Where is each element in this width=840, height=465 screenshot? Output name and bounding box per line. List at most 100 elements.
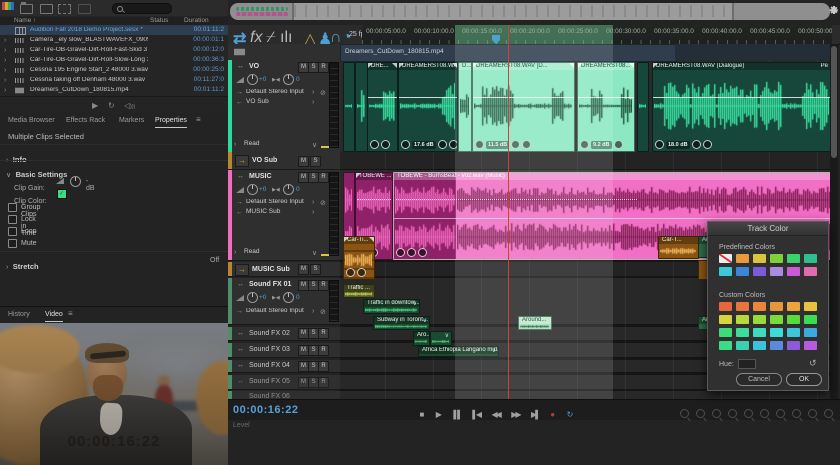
zoom-tool-icon[interactable] (760, 409, 769, 418)
panel-menu-icon[interactable]: ≡ (68, 310, 73, 318)
clip-fx-icon[interactable] (692, 140, 701, 149)
zoom-tool-icon[interactable] (792, 409, 801, 418)
clip-fx-icon[interactable] (407, 248, 416, 257)
arm-record-button[interactable]: R (318, 62, 329, 73)
scrollbar-thumb[interactable] (831, 46, 837, 158)
track-name[interactable]: Sound FX 02 (249, 330, 290, 337)
column-status[interactable]: Status (150, 18, 168, 25)
video-track-header[interactable] (228, 44, 340, 61)
color-swatch[interactable] (719, 328, 732, 337)
search-input[interactable] (112, 3, 172, 14)
tab-markers[interactable]: Markers (119, 117, 144, 124)
ok-button[interactable]: OK (786, 373, 822, 386)
zoom-tool-icon[interactable] (776, 409, 785, 418)
fx-clip[interactable]: Car-Ti... (343, 236, 375, 280)
tab-video[interactable]: Video (45, 311, 63, 322)
file-row[interactable]: › Car-Tire-OB-Gravel-Dirt-Roll-Fast-Skid… (0, 45, 228, 55)
arm-record-button[interactable]: R (318, 361, 329, 372)
track-color-strip[interactable] (228, 152, 232, 169)
solo-button[interactable]: S (310, 264, 321, 275)
loop-preview-icon[interactable]: ↻ (108, 101, 115, 110)
volume-knob[interactable] (247, 292, 258, 303)
fx-clip[interactable]: ∨ (430, 331, 452, 346)
color-swatch[interactable] (770, 267, 783, 276)
input-select[interactable]: Default Stereo Input (246, 89, 308, 96)
clip-fx-icon[interactable] (614, 140, 623, 149)
clip-gain-knob-icon[interactable] (655, 140, 664, 149)
audio-clip[interactable] (637, 62, 649, 152)
column-name[interactable]: Name ↑ (14, 18, 36, 25)
color-swatch[interactable] (787, 341, 800, 350)
overview-viewport[interactable] (292, 3, 734, 20)
expand-chevron[interactable]: › (4, 67, 6, 74)
color-swatch[interactable] (736, 267, 749, 276)
track-name[interactable]: Sound FX 04 (249, 362, 290, 369)
column-duration[interactable]: Duration (184, 18, 209, 25)
input-select[interactable]: Default Stereo Input (246, 308, 308, 315)
color-swatch[interactable] (787, 302, 800, 311)
color-swatch[interactable] (753, 328, 766, 337)
color-swatch[interactable] (719, 267, 732, 276)
mute-checkbox[interactable] (8, 239, 17, 248)
clip-comment-icon[interactable] (449, 140, 458, 149)
rewind-button[interactable]: ◀◀ (491, 410, 499, 419)
goto-end-button[interactable]: ▶▌ (531, 410, 539, 419)
fx4-track-header[interactable]: ↔ Sound FX 04 M S R (228, 360, 340, 373)
loop-checkbox[interactable] (8, 227, 17, 236)
track-color-strip[interactable] (228, 170, 232, 260)
audio-clip[interactable]: DREAMERST08.WAV ... 17.6 dB (398, 62, 458, 152)
vertical-scrollbar[interactable] (830, 44, 838, 399)
reset-icon[interactable]: ↺ (809, 358, 817, 369)
zoom-tool-icon[interactable] (712, 409, 721, 418)
track-name[interactable]: MUSIC (249, 173, 272, 180)
clip-gain-knob-icon[interactable] (346, 268, 355, 277)
color-swatch[interactable] (804, 267, 817, 276)
volume-envelope[interactable] (357, 199, 391, 200)
fx2-track-header[interactable]: ↔ Sound FX 02 M S R (228, 327, 340, 341)
volume-knob[interactable] (247, 74, 258, 85)
volume-envelope[interactable] (396, 199, 637, 200)
color-swatch[interactable] (770, 315, 783, 324)
arm-record-button[interactable]: R (318, 328, 329, 339)
stop-button[interactable]: ■ (420, 410, 425, 419)
input-select[interactable]: Default Stereo Input (246, 199, 308, 206)
fx-clip[interactable]: Subway in Toront... ∨ (373, 316, 430, 330)
stretch-section-header[interactable]: › Stretch (6, 256, 39, 274)
color-swatch[interactable] (736, 315, 749, 324)
color-swatch[interactable] (787, 315, 800, 324)
fx-clip-selected[interactable]: Around... (518, 316, 552, 330)
color-swatch[interactable] (804, 341, 817, 350)
color-swatch[interactable] (736, 341, 749, 350)
new-item-icon[interactable] (58, 4, 71, 14)
fast-forward-button[interactable]: ▶▶ (511, 410, 519, 419)
color-swatch[interactable] (770, 341, 783, 350)
tab-history[interactable]: History (8, 311, 30, 318)
dialog-title[interactable]: Track Color (708, 222, 828, 236)
panel-settings-icon[interactable] (830, 6, 838, 14)
hue-input[interactable] (738, 359, 756, 369)
fx5-track-header[interactable]: ↔ Sound FX 05 M S R (228, 375, 340, 390)
clip-comment-icon[interactable] (522, 140, 531, 149)
clip-fx-icon[interactable] (438, 140, 447, 149)
arm-record-button[interactable]: R (318, 280, 329, 291)
group-clips-checkbox[interactable] (8, 203, 17, 212)
color-swatch[interactable] (736, 254, 749, 263)
volume-knob[interactable] (247, 184, 258, 195)
arm-record-button[interactable]: R (318, 377, 329, 388)
goto-start-button[interactable]: ▌◀ (472, 410, 480, 419)
output-select[interactable]: VO Sub (246, 99, 269, 106)
color-swatch[interactable] (804, 254, 817, 263)
chevron-down-icon[interactable]: ∨ (492, 347, 496, 354)
expand-chevron[interactable]: › (4, 37, 6, 44)
cancel-button[interactable]: Cancel (736, 373, 782, 386)
delete-icon[interactable] (78, 4, 91, 14)
color-swatch[interactable] (770, 254, 783, 263)
color-swatch[interactable] (770, 328, 783, 337)
track-name[interactable]: MUSIC Sub (252, 266, 290, 273)
file-row[interactable]: › Dreamers_CutDown_180815.mp4 00:01:11:2 (0, 85, 228, 95)
gain-envelope[interactable] (653, 97, 831, 98)
track-name[interactable]: VO Sub (252, 157, 277, 164)
color-swatch[interactable] (770, 302, 783, 311)
file-row[interactable]: Audition Fall 2018 Demo Project.sesx * 0… (0, 25, 228, 35)
file-row[interactable]: › Cessna taking off Denham 48000 3.wav 0… (0, 75, 228, 85)
